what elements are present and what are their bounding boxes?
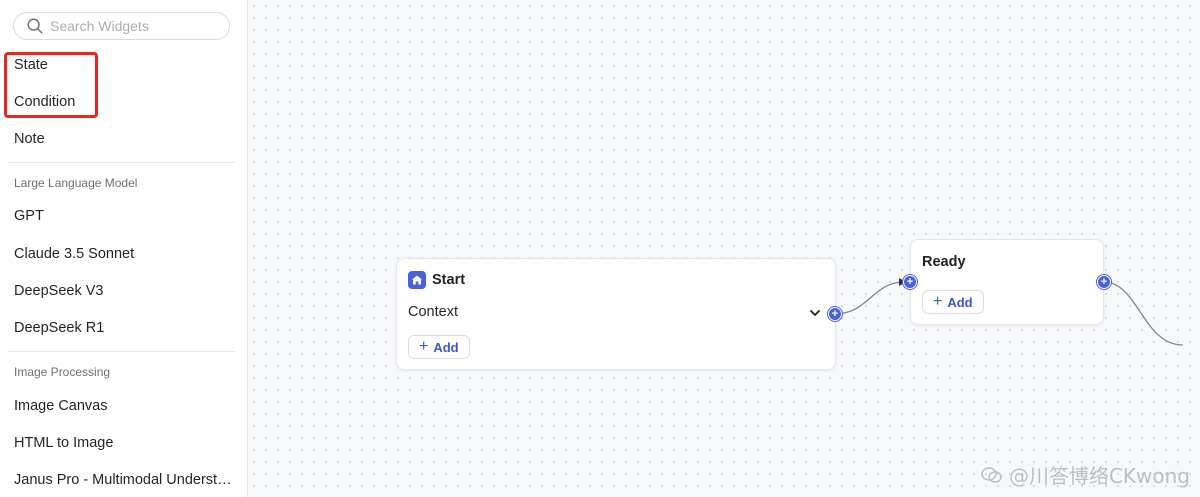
search-icon bbox=[27, 18, 43, 34]
start-node-title: Start bbox=[432, 272, 466, 288]
wechat-icon bbox=[981, 466, 1002, 483]
sidebar-item-deepseek-v3[interactable]: DeepSeek V3 bbox=[14, 279, 236, 303]
section-divider bbox=[8, 162, 235, 163]
sidebar-item-janus-pro[interactable]: Janus Pro - Multimodal Understanding bbox=[14, 468, 236, 492]
start-add-button[interactable]: + Add bbox=[408, 335, 470, 359]
sidebar-item-deepseek-r1[interactable]: DeepSeek R1 bbox=[14, 316, 236, 340]
sidebar-item-image-canvas[interactable]: Image Canvas bbox=[14, 394, 236, 418]
ready-input-handle[interactable]: + bbox=[903, 275, 917, 289]
watermark: @川答博络CKwong bbox=[981, 460, 1190, 489]
ready-node-title: Ready bbox=[922, 254, 966, 270]
sidebar-item-condition[interactable]: Condition bbox=[14, 90, 236, 114]
widget-sidebar: State Condition Note Large Language Mode… bbox=[0, 0, 248, 497]
start-output-handle[interactable]: + bbox=[828, 307, 842, 321]
start-node[interactable]: Start Context + Add bbox=[396, 258, 836, 370]
sidebar-item-claude[interactable]: Claude 3.5 Sonnet bbox=[14, 242, 236, 266]
sidebar-item-note[interactable]: Note bbox=[14, 127, 236, 151]
ready-node[interactable]: Ready + Add bbox=[910, 239, 1104, 325]
edge-ready-out bbox=[1103, 281, 1184, 346]
start-add-label: Add bbox=[433, 339, 459, 355]
ready-add-button[interactable]: + Add bbox=[922, 290, 984, 314]
sidebar-item-html-to-image[interactable]: HTML to Image bbox=[14, 431, 236, 455]
home-icon bbox=[408, 271, 426, 289]
search-input[interactable] bbox=[50, 18, 220, 34]
flow-canvas[interactable]: Start Context + Add Ready + Add + + + @川… bbox=[248, 0, 1200, 497]
ready-output-handle[interactable]: + bbox=[1097, 275, 1111, 289]
plus-icon: + bbox=[933, 293, 943, 310]
plus-icon: + bbox=[419, 338, 429, 355]
search-box[interactable] bbox=[13, 12, 230, 40]
context-field-label: Context bbox=[408, 304, 458, 320]
chevron-down-icon[interactable] bbox=[809, 308, 821, 318]
watermark-text: @川答博络CKwong bbox=[1008, 464, 1190, 488]
sidebar-item-gpt[interactable]: GPT bbox=[14, 204, 236, 228]
section-divider bbox=[8, 351, 235, 352]
section-title-image: Image Processing bbox=[14, 365, 111, 379]
ready-add-label: Add bbox=[947, 294, 973, 310]
sidebar-item-state[interactable]: State bbox=[14, 53, 236, 77]
edge-start-to-ready bbox=[834, 281, 905, 315]
section-title-llm: Large Language Model bbox=[14, 176, 138, 190]
